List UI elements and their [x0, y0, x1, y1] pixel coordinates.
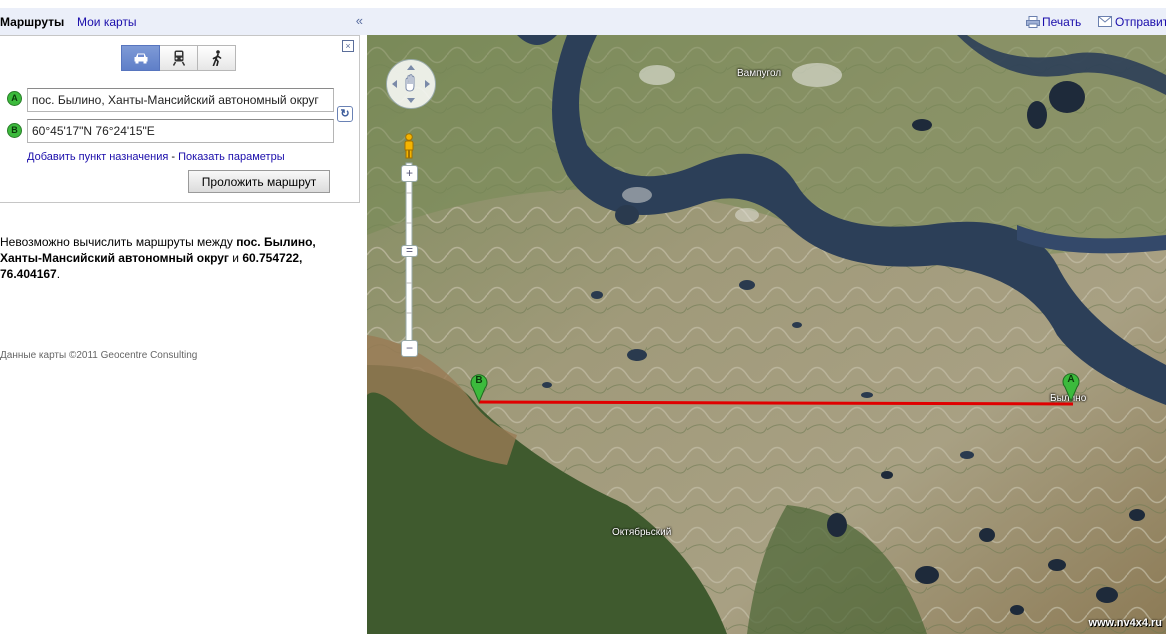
marker-a-label: A: [1067, 374, 1075, 385]
map-label-vampugol: Вампугол: [737, 68, 782, 79]
zoom-slider-handle[interactable]: =: [401, 244, 418, 257]
street-view-pegman[interactable]: [402, 133, 416, 159]
map-data-credits: Данные карты ©2011 Geocentre Consulting: [0, 350, 198, 361]
envelope-icon: [1098, 16, 1112, 27]
pegman-icon: [404, 133, 414, 159]
mode-driving-button[interactable]: [121, 45, 160, 71]
directions-form: × A пос. Былино, Ханты-Мансийский автоно…: [0, 35, 360, 203]
send-link[interactable]: Отправить: [1098, 15, 1166, 29]
route-error-message: Невозможно вычислить маршруты между пос.…: [0, 234, 350, 282]
route-options-links: Добавить пункт назначения - Показать пар…: [27, 151, 285, 163]
collapse-sidebar-icon[interactable]: «: [356, 13, 363, 28]
travel-mode-selector: [121, 45, 236, 71]
print-link[interactable]: Печать: [1026, 15, 1081, 29]
get-directions-button[interactable]: Проложить маршрут: [188, 170, 330, 193]
pan-arrows-icon: [392, 65, 430, 103]
reverse-route-icon[interactable]: ↻: [337, 106, 353, 122]
print-label: Печать: [1042, 15, 1082, 29]
add-destination-link[interactable]: Добавить пункт назначения: [27, 151, 168, 163]
car-icon: [134, 53, 147, 64]
show-options-link[interactable]: Показать параметры: [178, 151, 285, 163]
printer-icon: [1026, 16, 1040, 28]
error-suffix: .: [56, 267, 61, 281]
close-directions-icon[interactable]: ×: [342, 40, 354, 52]
watermark: www.nv4x4.ru: [1088, 617, 1162, 629]
map-marker-a[interactable]: A: [1062, 372, 1080, 402]
map-label-oktyabrsky: Октябрьский: [612, 527, 672, 538]
send-label: Отправить: [1115, 15, 1166, 29]
zoom-in-button[interactable]: +: [401, 165, 418, 182]
directions-sidebar: Маршруты Мои карты « × A пос. Былино, Ха…: [0, 0, 367, 634]
destination-input[interactable]: 60°45'17"N 76°24'15"E: [27, 119, 334, 143]
error-prefix: Невозможно вычислить маршруты между: [0, 235, 237, 249]
satellite-imagery: [367, 35, 1166, 634]
walking-icon: [212, 50, 221, 66]
route-line: [478, 400, 1074, 406]
marker-b-icon: B: [7, 123, 22, 138]
links-separator: -: [168, 151, 179, 163]
origin-input[interactable]: пос. Былино, Ханты-Мансийский автономный…: [27, 88, 334, 112]
tab-directions[interactable]: Маршруты: [0, 15, 64, 29]
pan-control[interactable]: [386, 59, 436, 109]
error-conjunction: и: [228, 251, 243, 265]
marker-a-icon: A: [7, 91, 22, 106]
sidebar-tab-bar: Маршруты Мои карты «: [0, 8, 367, 35]
mode-transit-button[interactable]: [160, 45, 198, 71]
satellite-map[interactable]: Вампугол Октябрьский Былино B A + = − ww…: [367, 35, 1166, 634]
zoom-out-button[interactable]: −: [401, 340, 418, 357]
tab-my-maps[interactable]: Мои карты: [77, 15, 137, 29]
mode-walking-button[interactable]: [198, 45, 236, 71]
map-marker-b[interactable]: B: [470, 373, 488, 403]
map-header: Печать Отправить: [367, 8, 1166, 35]
transit-icon: [172, 50, 185, 66]
marker-b-label: B: [475, 375, 483, 386]
